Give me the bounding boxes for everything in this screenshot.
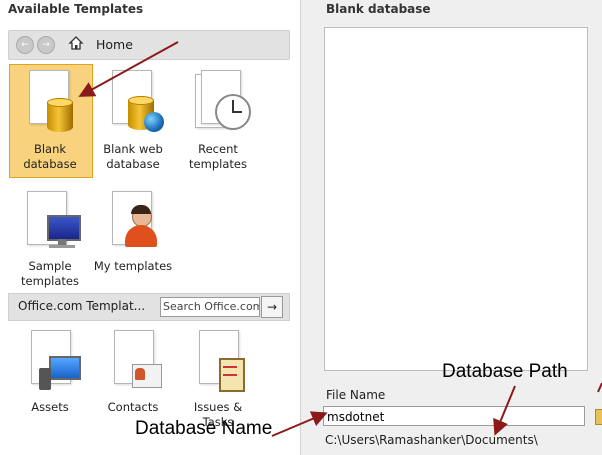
arrow-fragment bbox=[597, 382, 602, 393]
annotation-arrows bbox=[78, 41, 602, 437]
arrow-to-blank-database bbox=[78, 41, 179, 97]
arrow-to-path bbox=[493, 385, 516, 436]
arrow-to-file-name bbox=[271, 411, 328, 437]
